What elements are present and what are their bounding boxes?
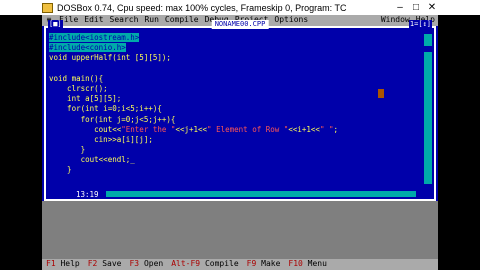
cursor-position: 13:19 bbox=[74, 189, 101, 199]
code-line: cin>>a[i][j]; bbox=[49, 134, 153, 144]
editor-window-number[interactable]: 1=[↕] bbox=[408, 20, 432, 29]
minimize-button[interactable]: – bbox=[392, 2, 408, 13]
editor-window[interactable]: [■] NONAME00.CPP 1=[↕] #include<iostream… bbox=[44, 20, 436, 201]
vertical-scrollbar[interactable] bbox=[424, 34, 432, 184]
code-line-text: #include<conio.h> bbox=[49, 43, 126, 53]
string-literal: "Enter the " bbox=[121, 124, 176, 134]
status-key: F10 bbox=[288, 259, 303, 269]
dosbox-icon bbox=[42, 2, 53, 13]
code-token: ; bbox=[333, 124, 338, 134]
editor-filename: NONAME00.CPP bbox=[211, 20, 269, 29]
code-line: cout<<endl;_ bbox=[49, 155, 135, 165]
dos-screen: ≡ File Edit Search Run Compile Debug Pro… bbox=[42, 15, 438, 270]
status-f2-save[interactable]: F2 Save bbox=[84, 260, 126, 269]
window-title-bar: DOSBox 0.74, Cpu speed: max 100% cycles,… bbox=[0, 0, 480, 15]
code-line: for(int i=0;i<5;i++){ bbox=[49, 104, 162, 114]
close-button[interactable]: ✕ bbox=[424, 2, 440, 13]
editor-frame-top: [■] NONAME00.CPP 1=[↕] bbox=[46, 20, 434, 30]
status-altf9-compile[interactable]: Alt-F9 Compile bbox=[167, 260, 242, 269]
horizontal-scrollbar[interactable] bbox=[106, 191, 416, 197]
status-bar: F1 Help F2 Save F3 Open Alt-F9 Compile F… bbox=[42, 259, 438, 270]
bookmark-marker bbox=[378, 89, 384, 98]
window-controls: – □ ✕ bbox=[392, 2, 440, 13]
string-literal: " " bbox=[319, 124, 334, 134]
status-label: Make bbox=[261, 259, 281, 269]
desktop-area bbox=[42, 201, 438, 259]
code-line: } bbox=[49, 165, 72, 175]
editor-close-box[interactable]: [■] bbox=[48, 20, 63, 29]
code-token: <<i+1<< bbox=[288, 124, 320, 134]
status-key: F1 bbox=[46, 259, 56, 269]
code-line: void upperHalf(int [5][5]); bbox=[49, 53, 171, 63]
status-key: F2 bbox=[87, 259, 98, 269]
status-label: Open bbox=[143, 259, 164, 269]
code-line-text: #include<iostream.h> bbox=[49, 33, 140, 42]
status-key: Alt-F9 bbox=[171, 259, 201, 269]
string-literal: " Element of Row " bbox=[207, 124, 289, 134]
status-label: Save bbox=[102, 259, 122, 269]
status-f9-make[interactable]: F9 Make bbox=[243, 260, 285, 269]
status-label: Compile bbox=[204, 259, 239, 269]
status-key: F3 bbox=[129, 259, 140, 269]
window-title: DOSBox 0.74, Cpu speed: max 100% cycles,… bbox=[57, 2, 347, 13]
code-area[interactable]: #include<iostream.h> #include<conio.h> v… bbox=[49, 33, 419, 177]
code-token: <<j+1<< bbox=[175, 124, 208, 134]
status-label: Menu bbox=[307, 259, 327, 269]
status-f10-menu[interactable]: F10 Menu bbox=[284, 260, 331, 269]
status-key: F9 bbox=[246, 259, 257, 269]
status-f1-help[interactable]: F1 Help bbox=[42, 260, 84, 269]
status-label: Help bbox=[60, 259, 80, 269]
status-f3-open[interactable]: F3 Open bbox=[125, 260, 167, 269]
maximize-button[interactable]: □ bbox=[408, 2, 424, 13]
vertical-scroll-thumb[interactable] bbox=[424, 46, 432, 52]
code-token: cout<< bbox=[49, 124, 122, 134]
